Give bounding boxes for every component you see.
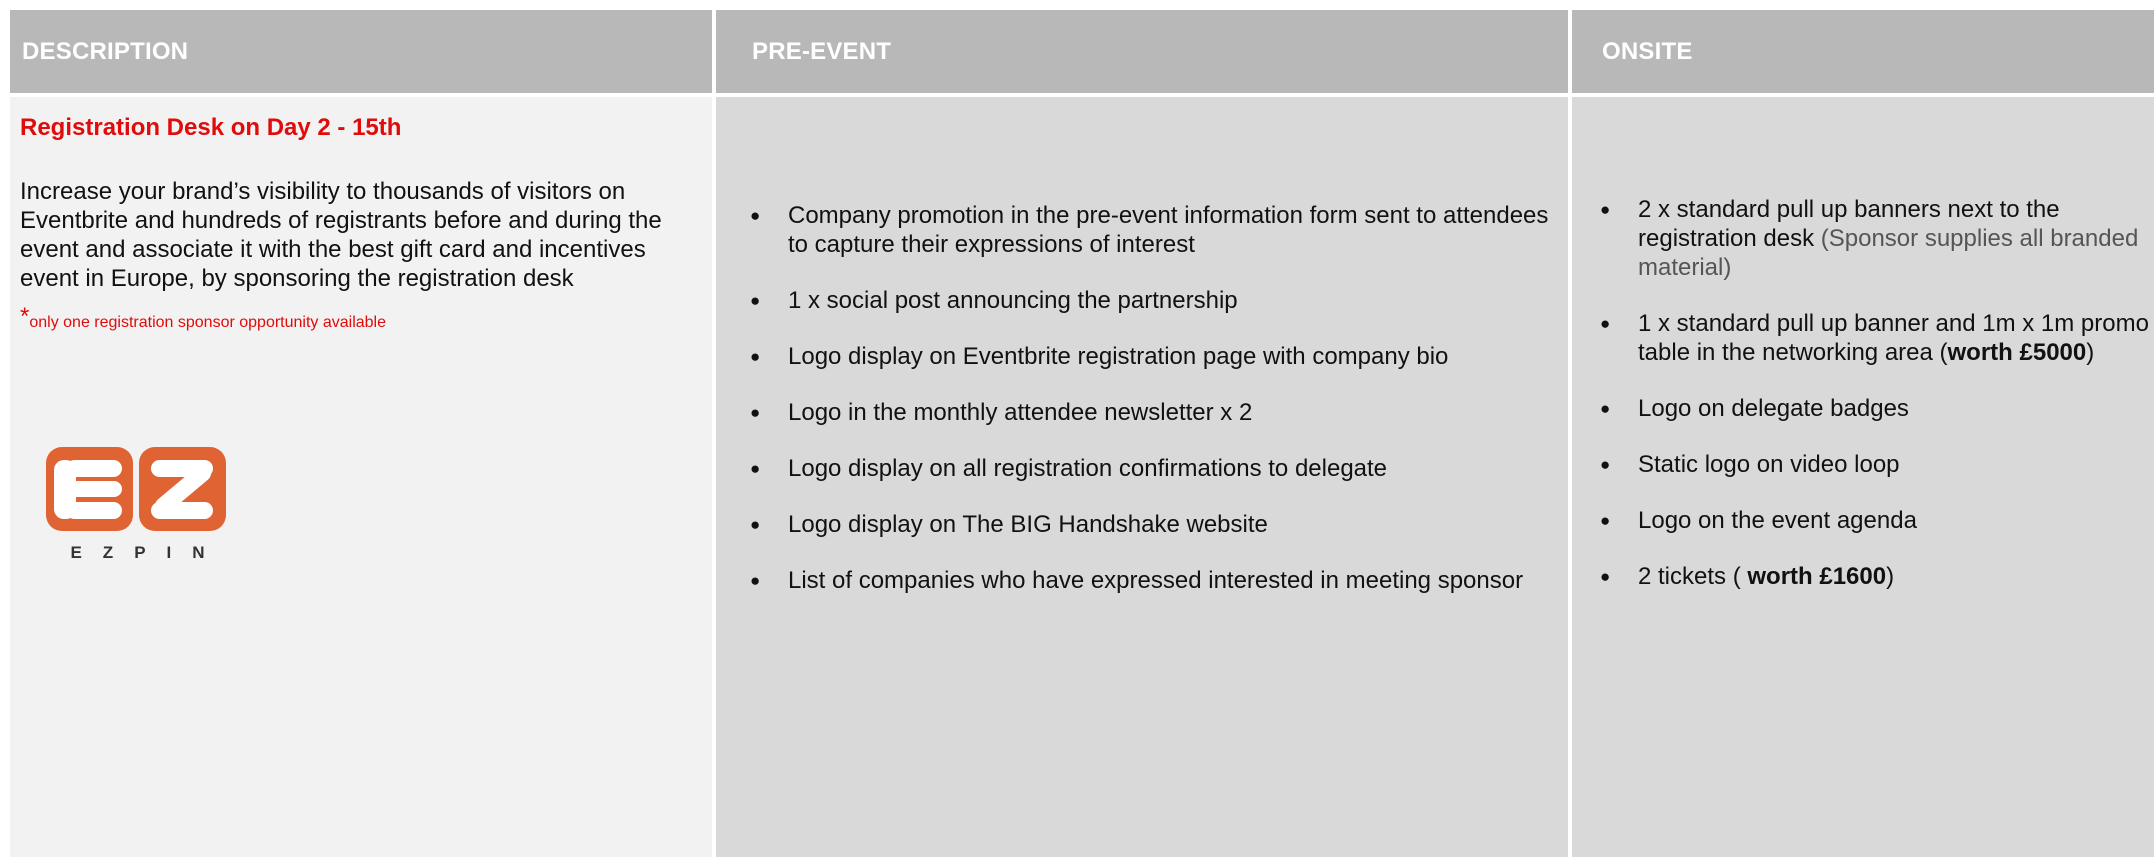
item-text-end: ) bbox=[1886, 563, 1895, 590]
item-worth: worth £1600 bbox=[1747, 563, 1887, 590]
header-pre-event: PRE-EVENT bbox=[716, 10, 1568, 93]
note-text: only one registration sponsor opportunit… bbox=[29, 314, 387, 331]
list-item: 1 x social post announcing the partnersh… bbox=[750, 286, 1560, 315]
list-item: Logo on the event agenda bbox=[1600, 506, 2150, 535]
list-item: 2 x standard pull up banners next to the… bbox=[1600, 195, 2150, 282]
item-text: 2 tickets ( bbox=[1638, 563, 1748, 590]
logo-tile-e bbox=[46, 447, 133, 531]
pre-event-cell: Company promotion in the pre-event infor… bbox=[716, 97, 1568, 857]
list-item: Logo display on The BIG Handshake websit… bbox=[750, 510, 1560, 539]
list-item: 1 x standard pull up banner and 1m x 1m … bbox=[1600, 309, 2150, 367]
sponsorship-table: DESCRIPTION PRE-EVENT ONSITE Registratio… bbox=[10, 10, 2154, 860]
list-item: Static logo on video loop bbox=[1600, 450, 2150, 479]
logo-mark bbox=[46, 447, 230, 531]
onsite-cell: 2 x standard pull up banners next to the… bbox=[1572, 97, 2154, 857]
onsite-list: 2 x standard pull up banners next to the… bbox=[1600, 195, 2150, 618]
pre-event-list: Company promotion in the pre-event infor… bbox=[750, 201, 1560, 622]
availability-note: *only one registration sponsor opportuni… bbox=[20, 305, 702, 333]
header-description: DESCRIPTION bbox=[10, 10, 712, 93]
logo-wordmark: EZPIN bbox=[70, 543, 226, 562]
list-item: Logo in the monthly attendee newsletter … bbox=[750, 398, 1560, 427]
header-onsite: ONSITE bbox=[1572, 10, 2154, 93]
note-asterisk: * bbox=[20, 303, 30, 330]
list-item: List of companies who have expressed int… bbox=[750, 566, 1560, 595]
item-text-end: ) bbox=[2086, 339, 2095, 366]
item-worth: worth £5000 bbox=[1947, 339, 2087, 366]
list-item: 2 tickets ( worth £1600) bbox=[1600, 562, 2150, 591]
list-item: Logo display on Eventbrite registration … bbox=[750, 342, 1560, 371]
package-description: Increase your brand’s visibility to thou… bbox=[20, 178, 662, 292]
list-item: Company promotion in the pre-event infor… bbox=[750, 201, 1560, 259]
ezpin-logo: EZPIN bbox=[46, 447, 230, 563]
description-cell: Registration Desk on Day 2 - 15th Increa… bbox=[10, 97, 712, 857]
list-item: Logo on delegate badges bbox=[1600, 394, 2150, 423]
list-item: Logo display on all registration confirm… bbox=[750, 454, 1560, 483]
logo-tile-z bbox=[139, 447, 226, 531]
package-title: Registration Desk on Day 2 - 15th bbox=[20, 114, 402, 141]
